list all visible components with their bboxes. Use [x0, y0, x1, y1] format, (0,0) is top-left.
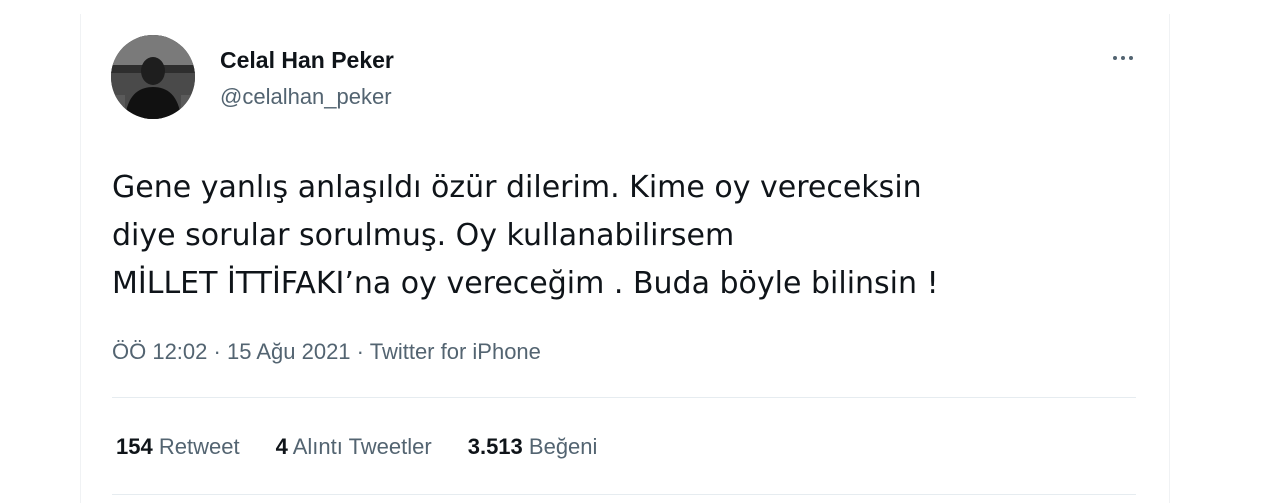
more-dot — [1113, 56, 1117, 60]
stat-label: Retweet — [158, 434, 240, 459]
divider — [112, 494, 1136, 495]
author-handle[interactable]: @celalhan_peker — [220, 84, 392, 110]
like-count[interactable]: 3.513 Beğeni — [468, 434, 598, 460]
meta-separator: · — [356, 339, 364, 364]
more-dot — [1129, 56, 1133, 60]
tweet-date[interactable]: 15 Ağu 2021 — [227, 339, 351, 364]
avatar[interactable] — [111, 35, 195, 119]
quote-tweet-count[interactable]: 4 Alıntı Tweetler — [276, 434, 432, 460]
stat-label: Beğeni — [528, 434, 598, 459]
tweet-line: diye sorular sorulmuş. Oy kullanabilirse… — [112, 218, 735, 253]
divider — [112, 397, 1136, 398]
stat-count: 3.513 — [467, 434, 523, 459]
more-horizontal-icon[interactable] — [1103, 46, 1143, 70]
tweet-line: MİLLET İTTİFAKI’na oy vereceğim . Buda b… — [112, 266, 939, 301]
stat-label: Alıntı Tweetler — [292, 434, 432, 459]
tweet-stats: 154 Retweet 4 Alıntı Tweetler 3.513 Beğe… — [116, 434, 597, 460]
tweet-card: Celal Han Peker @celalhan_peker Gene yan… — [80, 14, 1170, 503]
page: Celal Han Peker @celalhan_peker Gene yan… — [0, 0, 1280, 503]
meta-separator: · — [213, 339, 221, 364]
stat-count: 4 — [275, 434, 288, 459]
more-dot — [1121, 56, 1125, 60]
author-name[interactable]: Celal Han Peker — [220, 47, 394, 74]
stat-count: 154 — [116, 434, 153, 459]
tweet-source[interactable]: Twitter for iPhone — [370, 339, 541, 364]
retweet-count[interactable]: 154 Retweet — [116, 434, 240, 460]
tweet-text: Gene yanlış anlaşıldı özür dilerim. Kime… — [112, 164, 1152, 308]
tweet-meta: ÖÖ 12:02 · 15 Ağu 2021 · Twitter for iPh… — [112, 339, 541, 365]
avatar-photo — [111, 35, 195, 119]
tweet-time[interactable]: ÖÖ 12:02 — [112, 339, 207, 364]
tweet-line: Gene yanlış anlaşıldı özür dilerim. Kime… — [112, 170, 922, 205]
